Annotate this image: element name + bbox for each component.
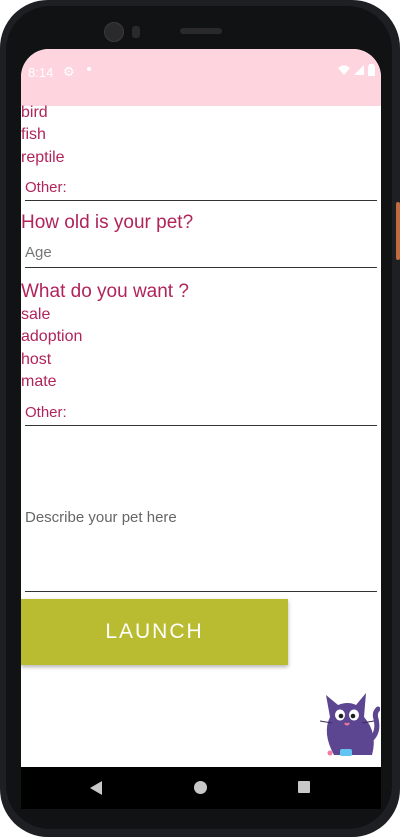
phone-frame: 8:14 ⚙ bird fish reptile Other: How old … xyxy=(0,0,400,837)
pet-type-other-label: Other: xyxy=(25,179,67,196)
pet-type-option-fish[interactable]: fish xyxy=(21,126,46,144)
navigation-bar xyxy=(21,767,381,809)
age-field[interactable] xyxy=(25,237,377,268)
want-question: What do you want ? xyxy=(21,281,189,302)
want-other-label: Other: xyxy=(25,404,67,421)
notification-dot-icon xyxy=(87,67,91,71)
want-option-sale[interactable]: sale xyxy=(21,306,50,324)
volume-button xyxy=(396,202,400,260)
app-screen: 8:14 ⚙ bird fish reptile Other: How old … xyxy=(21,49,381,767)
age-question: How old is your pet? xyxy=(21,212,194,233)
settings-gear-icon: ⚙ xyxy=(63,64,75,79)
battery-icon xyxy=(368,64,375,76)
status-indicators xyxy=(338,64,375,76)
want-option-host[interactable]: host xyxy=(21,351,51,369)
description-field[interactable] xyxy=(25,443,377,592)
status-bar: 8:14 ⚙ xyxy=(21,49,381,106)
want-option-adoption[interactable]: adoption xyxy=(21,328,82,346)
back-icon[interactable] xyxy=(90,781,102,795)
want-option-mate[interactable]: mate xyxy=(21,373,57,391)
description-input[interactable] xyxy=(25,443,377,591)
pet-type-option-reptile[interactable]: reptile xyxy=(21,149,65,167)
status-time: 8:14 xyxy=(28,65,54,80)
earpiece-speaker xyxy=(180,28,222,34)
pet-type-other-field[interactable]: Other: xyxy=(25,173,377,201)
launch-button[interactable]: LAUNCH xyxy=(21,599,288,665)
sensor-icon xyxy=(132,26,140,38)
cat-mascot-icon xyxy=(319,693,380,756)
form-content: bird fish reptile Other: How old is your… xyxy=(21,104,381,767)
wifi-icon xyxy=(338,65,350,75)
home-icon[interactable] xyxy=(194,781,207,794)
front-camera-icon xyxy=(104,22,124,42)
want-other-field[interactable]: Other: xyxy=(25,398,377,426)
pet-type-option-bird[interactable]: bird xyxy=(21,104,48,122)
cellular-signal-icon xyxy=(354,65,364,75)
recent-apps-icon[interactable] xyxy=(298,781,310,793)
age-input[interactable] xyxy=(25,237,377,267)
